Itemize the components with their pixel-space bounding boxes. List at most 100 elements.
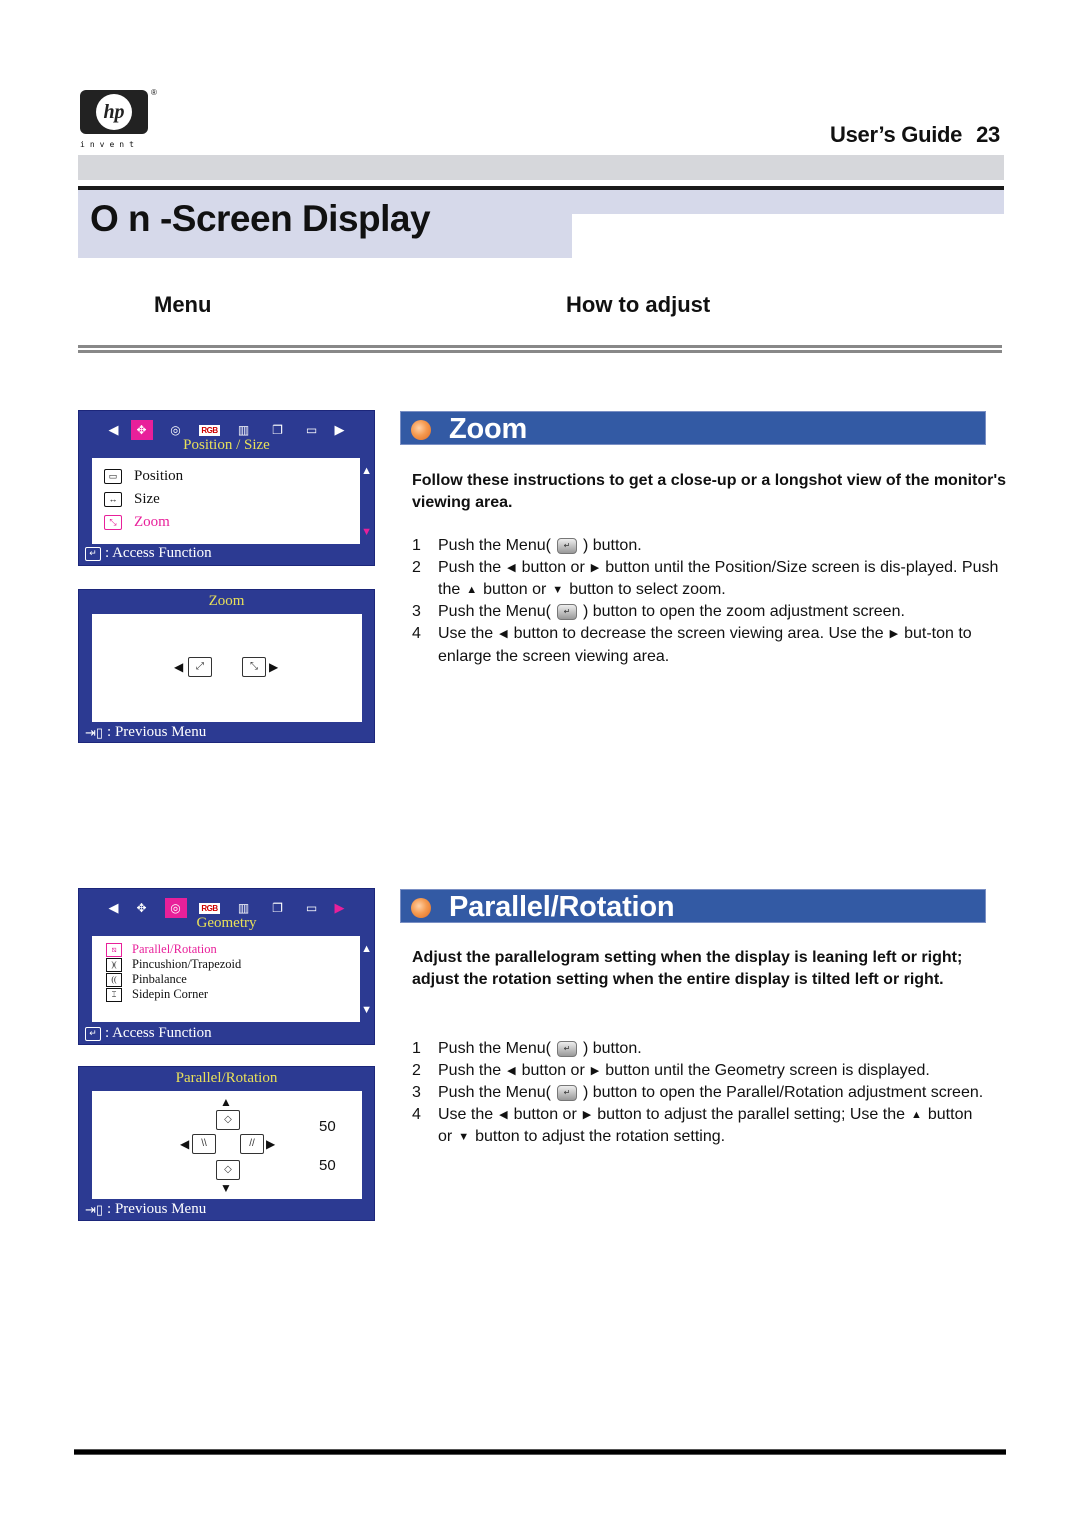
section-header-parallel-rotation: Parallel/Rotation	[400, 889, 986, 923]
step-text: Use the ◀ button to decrease the screen vi…	[438, 623, 1007, 667]
osd-item-label: Pincushion/Trapezoid	[132, 957, 242, 971]
osd-adjust-area: ▲ ◇ ◀ \\ // ▶ ◇ ▼ 50 50	[92, 1091, 362, 1199]
osd-item-zoom: ⤡ Zoom	[104, 514, 170, 531]
osd-footer-label: : Access Function	[105, 1025, 212, 1041]
osd-position-size-panel: ◀ ✥ ◎ RGB ▥ ❐ ▭ ▶ Position / Size ▭ Posi…	[78, 410, 375, 566]
zoom-steps: 1 Push the Menu(↵) button. 2 Push the ◀ bu…	[412, 535, 1007, 668]
parallel-right-icon: //	[240, 1134, 264, 1154]
osd-zoom-panel: Zoom ◀ ⤢ ⤡ ▶ ⇥▯ : Previous Menu	[78, 589, 375, 743]
right-arrow-icon: ▶	[334, 422, 345, 437]
osd-parallel-rotation-panel: Parallel/Rotation ▲ ◇ ◀ \\ // ▶ ◇ ▼ 50 5…	[78, 1066, 375, 1221]
left-button-icon: ◀	[507, 1065, 516, 1077]
step-text-part: button or	[521, 559, 585, 577]
parallel-icon: ⧅	[106, 942, 122, 957]
zoom-in-icon: ⤡	[242, 657, 266, 677]
right-arrow-icon: ▶	[266, 1137, 276, 1151]
left-button-icon: ◀	[499, 1109, 508, 1122]
step-text-part: button to adjust the rotation setting.	[475, 1128, 726, 1146]
step-text-part: Use the	[438, 1106, 494, 1124]
osd-title: Parallel/Rotation	[175, 1070, 278, 1086]
rotation-cw-icon: ◇	[216, 1110, 240, 1130]
step-number: 2	[412, 1062, 421, 1079]
section-title: Zoom	[449, 413, 528, 445]
step-text-part: Push the	[438, 559, 502, 577]
step-text-part: button or	[483, 581, 547, 599]
left-arrow-icon: ◀	[174, 660, 184, 674]
column-heading-menu: Menu	[154, 292, 212, 317]
orange-bullet-icon	[411, 898, 431, 918]
step-text-part: button or	[521, 1062, 585, 1080]
orange-bullet-icon	[411, 420, 431, 440]
step-number: 4	[412, 625, 421, 643]
menu-button-icon: ↵	[556, 1085, 577, 1101]
step-text-part: ) button to open the zoom adjustment scr…	[582, 603, 905, 621]
down-button-icon: ▼	[458, 1131, 470, 1144]
pincushion-icon: )(	[106, 957, 122, 972]
osd-title: Geometry	[196, 915, 257, 931]
osd-item-label: Sidepin Corner	[132, 987, 209, 1001]
column-heading-how: How to adjust	[566, 292, 711, 317]
step-text-part: button to decrease the screen viewing ar…	[513, 625, 884, 643]
section-title: Parallel/Rotation	[449, 891, 675, 923]
step-text-part: Push the Menu(	[438, 1084, 551, 1102]
parallel-intro: Adjust the parallelogram setting when th…	[412, 949, 963, 988]
brand-tagline: invent	[80, 140, 139, 149]
step-number: 1	[412, 537, 421, 554]
exit-door-icon: ⇥▯	[85, 1201, 104, 1217]
registered-mark: ®	[151, 88, 157, 97]
step-text-part: button to select zoom.	[569, 581, 726, 599]
osd-item-label: Zoom	[134, 514, 170, 530]
menu-button-icon: ↵	[556, 537, 577, 554]
step-text-part: ) button.	[582, 537, 642, 554]
step-text-part: Push the Menu(	[438, 1040, 551, 1057]
menu-button-icon: ↵	[556, 1040, 577, 1057]
scroll-up-icon: ▲	[361, 943, 372, 955]
step-text-part: button to adjust the parallel setting; U…	[597, 1106, 905, 1124]
osd-item-label: Pinbalance	[132, 972, 187, 986]
step-text: Push the ◀ button or ▶ button until the Geom…	[438, 1060, 1007, 1082]
step-text-part: Push the Menu(	[438, 537, 551, 554]
zoom-intro: Follow these instructions to get a close…	[412, 472, 1007, 511]
step-text: Push the Menu( ↵ ) button.	[438, 535, 1007, 557]
page-number: 23	[976, 122, 1000, 147]
page-title: O n -Screen Display	[90, 198, 431, 239]
step-number: 4	[412, 1106, 421, 1124]
right-button-icon: ▶	[582, 1109, 592, 1122]
osd-item-position: ▭ Position	[104, 468, 183, 485]
left-arrow-icon: ◀	[108, 422, 119, 437]
osd-list-area: ⧅ Parallel/Rotation )( Pincushion/Trapez…	[92, 936, 360, 1022]
zoom-icon: ⤡	[104, 515, 122, 530]
footer-rule	[74, 1449, 1006, 1455]
step-number: 3	[412, 603, 421, 621]
rgb-tab-icon: RGB	[199, 902, 220, 914]
hp-logo-mark: hp	[96, 94, 132, 130]
osd-item-pincushion: )( Pincushion/Trapezoid	[106, 957, 241, 972]
left-arrow-icon: ◀	[108, 900, 119, 915]
header-grey-bar	[78, 155, 1004, 180]
parallel-value: 50	[319, 1118, 336, 1135]
title-band-notch	[572, 214, 590, 232]
parallel-steps: 1 Push the Menu(↵) button. 2 Push the ◀ bu…	[412, 1038, 1007, 1149]
down-button-icon: ▼	[552, 584, 564, 597]
osd-adjust-area: ◀ ⤢ ⤡ ▶	[92, 614, 362, 722]
double-rule	[78, 345, 1002, 353]
osd-footer: ⇥▯ : Previous Menu	[85, 1201, 206, 1218]
hp-logo: hp	[80, 90, 148, 134]
enter-key-icon: ↵	[85, 546, 101, 561]
step-text-part: Use the	[438, 625, 494, 643]
step: 1 Push the Menu( ↵ ) button.	[412, 535, 1007, 557]
osd-footer-label: : Previous Menu	[107, 1201, 207, 1217]
step-text: Push the Menu(↵) button to open the Para…	[438, 1082, 1007, 1104]
size-icon: ↔	[104, 492, 122, 507]
left-button-icon: ◀	[499, 628, 508, 641]
right-arrow-icon: ▶	[269, 660, 279, 674]
rotation-value: 50	[319, 1157, 336, 1174]
osd-footer-label: : Access Function	[105, 545, 212, 561]
step-number: 2	[412, 559, 421, 576]
step-number: 1	[412, 1040, 421, 1057]
step: 1 Push the Menu(↵) button.	[412, 1038, 1007, 1060]
right-arrow-icon: ▶	[334, 900, 345, 915]
enter-key-icon: ↵	[85, 1026, 101, 1041]
step: 2 Push the ◀ button or ▶ button until the Po…	[412, 557, 1007, 601]
rgb-tab-icon: RGB	[199, 424, 220, 436]
